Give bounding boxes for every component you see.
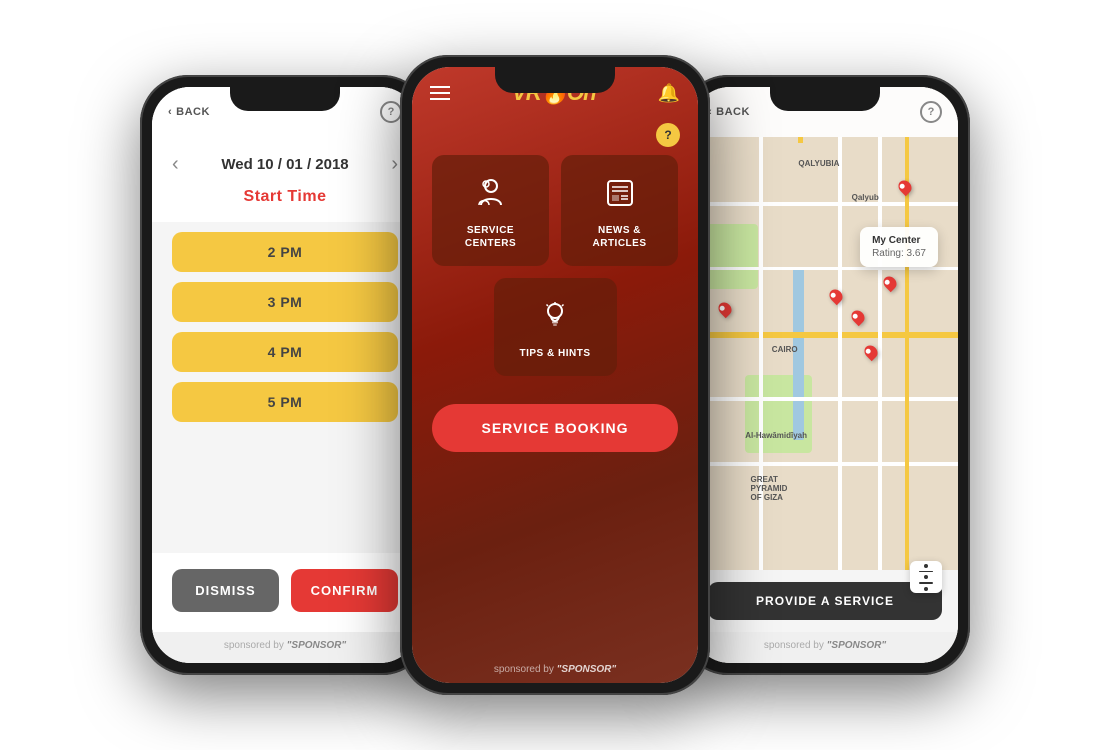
sponsor-text: sponsored by <box>224 640 284 651</box>
right-back-label: BACK <box>716 106 750 118</box>
center-sponsor-text: sponsored by <box>494 664 554 675</box>
provide-service-button[interactable]: PROVIDE A SERVICE <box>708 582 942 620</box>
center-screen: VR🔥On 🔔 ? <box>412 67 698 683</box>
help-circle[interactable]: ? <box>656 123 680 147</box>
right-screen: ‹ BACK ? <box>692 87 958 663</box>
hamburger-line-2 <box>430 92 450 94</box>
right-help-button[interactable]: ? <box>920 101 942 123</box>
service-booking-button[interactable]: SERVICE BOOKING <box>432 404 678 452</box>
time-slot-2pm[interactable]: 2 PM <box>172 232 398 272</box>
hamburger-line-1 <box>430 86 450 88</box>
confirm-button[interactable]: CONFIRM <box>291 569 398 612</box>
map-label-qalyubia: QALYUBIA <box>798 159 839 168</box>
notch-center <box>495 67 615 93</box>
news-articles-icon <box>602 175 638 216</box>
date-display: Wed 10 / 01 / 2018 <box>221 156 348 173</box>
notch-left <box>230 87 340 111</box>
phone-right: ‹ BACK ? <box>680 75 970 675</box>
next-date-arrow[interactable]: › <box>391 153 398 176</box>
road-highway-v2 <box>905 137 909 570</box>
road-v-1 <box>759 137 763 570</box>
dismiss-button[interactable]: DISMISS <box>172 569 279 612</box>
road-h-3 <box>692 397 958 401</box>
options-fab[interactable] <box>910 561 942 593</box>
right-sponsor-name: "SPONSOR" <box>827 640 887 651</box>
map-label-hawamidiyah: Al-Hawāmidīyah <box>745 431 807 440</box>
left-screen: ‹ BACK ? ‹ Wed 10 / 01 / 2018 › Start Ti… <box>152 87 418 663</box>
time-slots-list: 2 PM 3 PM 4 PM 5 PM <box>152 222 418 553</box>
right-sponsor-text: sponsored by <box>764 640 824 651</box>
service-centers-label: SERVICECENTERS <box>465 224 516 250</box>
fab-dot-2 <box>924 575 928 579</box>
right-back-button[interactable]: ‹ BACK <box>708 106 750 118</box>
tips-hints-label: TIPS & HINTS <box>519 347 590 360</box>
road-h-2 <box>692 267 958 270</box>
tips-hints-card[interactable]: TIPS & HINTS <box>494 278 617 376</box>
popup-rating: Rating: 3.67 <box>872 248 926 259</box>
road-highway-1 <box>692 332 958 338</box>
popup-center-name: My Center <box>872 235 926 246</box>
sponsor-name: "SPONSOR" <box>287 640 347 651</box>
menu-grid: SERVICECENTERS <box>412 139 698 388</box>
time-slot-5pm[interactable]: 5 PM <box>172 382 398 422</box>
help-button[interactable]: ? <box>380 101 402 123</box>
back-label: BACK <box>176 106 210 118</box>
time-slot-3pm[interactable]: 3 PM <box>172 282 398 322</box>
action-row: DISMISS CONFIRM <box>152 553 418 632</box>
bell-icon[interactable]: 🔔 <box>658 83 680 104</box>
road-h-1 <box>692 202 958 206</box>
fab-dot-1 <box>924 564 928 568</box>
right-sponsor-bar: sponsored by "SPONSOR" <box>692 632 958 663</box>
phone-left: ‹ BACK ? ‹ Wed 10 / 01 / 2018 › Start Ti… <box>140 75 430 675</box>
map-green-area-2 <box>705 224 758 289</box>
phone-center: VR🔥On 🔔 ? <box>400 55 710 695</box>
time-slot-4pm[interactable]: 4 PM <box>172 332 398 372</box>
tips-hints-icon <box>537 298 573 339</box>
news-articles-label: NEWS &ARTICLES <box>593 224 647 250</box>
road-v-2 <box>838 137 842 570</box>
center-sponsor-bar: sponsored by "SPONSOR" <box>412 654 698 683</box>
left-sponsor-bar: sponsored by "SPONSOR" <box>152 632 418 663</box>
fab-line-1 <box>919 571 933 573</box>
phones-container: ‹ BACK ? ‹ Wed 10 / 01 / 2018 › Start Ti… <box>0 0 1110 750</box>
fab-dot-3 <box>924 587 928 591</box>
hamburger-menu[interactable] <box>430 86 450 100</box>
prev-date-arrow[interactable]: ‹ <box>172 153 179 176</box>
service-centers-card[interactable]: SERVICECENTERS <box>432 155 549 266</box>
fab-line-2 <box>919 582 933 584</box>
map-background: QALYUBIA Qalyub CAIRO Al-Hawāmidīyah GRE… <box>692 137 958 570</box>
road-h-4 <box>692 462 958 466</box>
map-label-qalyub: Qalyub <box>852 193 879 202</box>
news-articles-card[interactable]: NEWS &ARTICLES <box>561 155 678 266</box>
notch-right <box>770 87 880 111</box>
map-info-popup: My Center Rating: 3.67 <box>860 227 938 267</box>
map-label-cairo: CAIRO <box>772 345 798 354</box>
start-time-label: Start Time <box>152 184 418 222</box>
road-highway-v <box>798 137 803 143</box>
map-label-pyramid: GREATPYRAMIDOF GIZA <box>751 475 788 502</box>
hamburger-line-3 <box>430 98 450 100</box>
map-container[interactable]: QALYUBIA Qalyub CAIRO Al-Hawāmidīyah GRE… <box>692 137 958 570</box>
service-centers-icon <box>473 175 509 216</box>
center-sponsor-name: "SPONSOR" <box>557 664 617 675</box>
back-button[interactable]: ‹ BACK <box>168 106 210 118</box>
date-nav: ‹ Wed 10 / 01 / 2018 › <box>152 137 418 184</box>
chevron-left-icon: ‹ <box>168 106 172 118</box>
